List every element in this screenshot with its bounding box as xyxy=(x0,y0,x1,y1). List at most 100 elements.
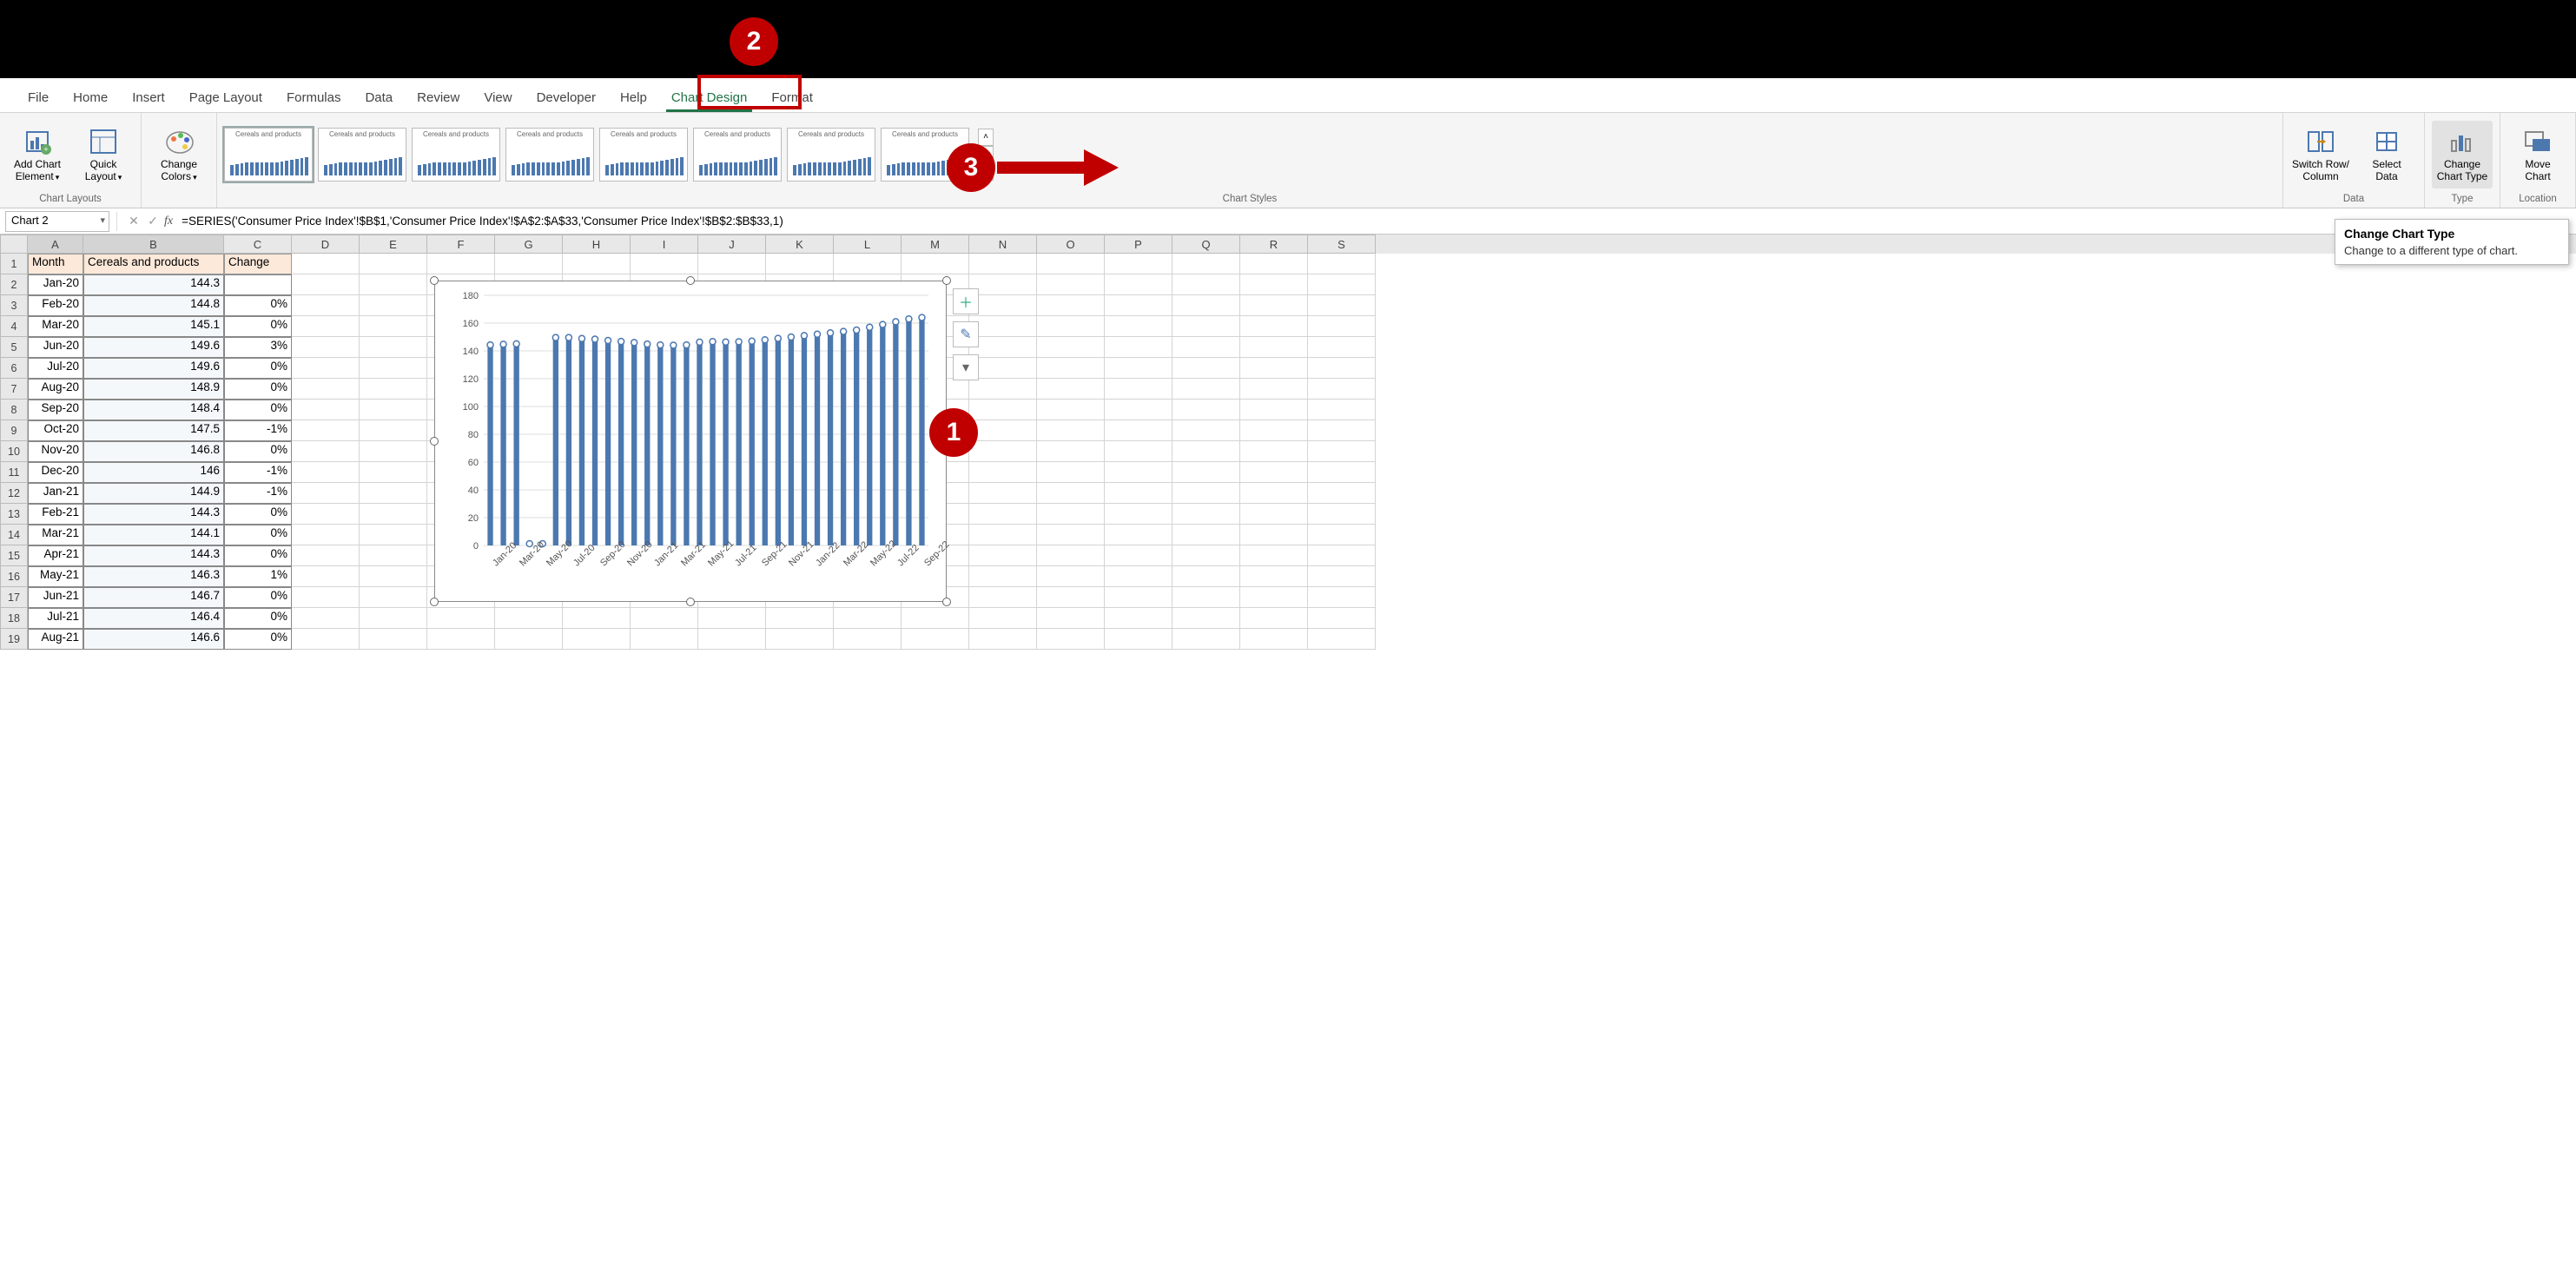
ribbon-tab-help[interactable]: Help xyxy=(608,83,659,112)
cell[interactable] xyxy=(292,295,360,316)
cell[interactable] xyxy=(360,358,427,379)
cell[interactable] xyxy=(969,504,1037,525)
cell[interactable] xyxy=(698,608,766,629)
cell[interactable] xyxy=(1308,295,1376,316)
cell[interactable] xyxy=(1308,587,1376,608)
cell[interactable]: 0% xyxy=(224,379,292,400)
cell[interactable] xyxy=(1308,504,1376,525)
cell[interactable] xyxy=(427,254,495,274)
ribbon-tab-home[interactable]: Home xyxy=(61,83,120,112)
cell[interactable] xyxy=(1105,420,1172,441)
cell[interactable]: Dec-20 xyxy=(28,462,83,483)
cell[interactable]: 146 xyxy=(83,462,224,483)
cell[interactable]: 146.6 xyxy=(83,629,224,650)
cell[interactable] xyxy=(1105,441,1172,462)
cell[interactable] xyxy=(1037,608,1105,629)
cell[interactable] xyxy=(360,316,427,337)
formula-cancel-button[interactable]: ✕ xyxy=(124,214,143,228)
cell[interactable] xyxy=(969,358,1037,379)
cell[interactable] xyxy=(1172,483,1240,504)
cell[interactable]: Aug-21 xyxy=(28,629,83,650)
cell[interactable]: Jan-21 xyxy=(28,483,83,504)
cell[interactable] xyxy=(1240,274,1308,295)
cell[interactable] xyxy=(969,274,1037,295)
cell[interactable] xyxy=(1037,441,1105,462)
cell[interactable] xyxy=(360,337,427,358)
embedded-chart[interactable]: ＋ ✎ ▾ 020406080100120140160180 Jan-20Mar… xyxy=(434,281,947,602)
cell[interactable] xyxy=(1308,337,1376,358)
cell[interactable] xyxy=(969,587,1037,608)
cell[interactable] xyxy=(495,629,563,650)
cell[interactable] xyxy=(360,274,427,295)
cell[interactable] xyxy=(1172,337,1240,358)
row-header[interactable]: 3 xyxy=(0,295,28,316)
cell[interactable] xyxy=(969,462,1037,483)
cell[interactable] xyxy=(292,629,360,650)
cell[interactable] xyxy=(1105,629,1172,650)
cell[interactable] xyxy=(1172,504,1240,525)
chart-style-thumb[interactable]: Cereals and products xyxy=(224,128,313,182)
cell[interactable]: 0% xyxy=(224,358,292,379)
cell[interactable] xyxy=(360,441,427,462)
cell[interactable] xyxy=(969,316,1037,337)
row-header[interactable]: 18 xyxy=(0,608,28,629)
worksheet-grid[interactable]: ABCDEFGHIJKLMNOPQRS 1MonthCereals and pr… xyxy=(0,235,2576,651)
cell[interactable] xyxy=(360,254,427,274)
chart-style-thumb[interactable]: Cereals and products xyxy=(318,128,406,182)
cell[interactable] xyxy=(563,629,631,650)
cell[interactable] xyxy=(1308,441,1376,462)
cell[interactable] xyxy=(1105,504,1172,525)
column-header[interactable]: E xyxy=(360,235,427,254)
gallery-up-button[interactable]: ˄ xyxy=(978,129,994,146)
quick-layout-button[interactable]: QuickLayout▾ xyxy=(73,121,134,188)
cell[interactable] xyxy=(1308,629,1376,650)
cell[interactable] xyxy=(1105,566,1172,587)
column-header[interactable]: Q xyxy=(1172,235,1240,254)
cell[interactable] xyxy=(969,254,1037,274)
cell[interactable]: Jul-21 xyxy=(28,608,83,629)
cell[interactable] xyxy=(1172,629,1240,650)
switch-row-column-button[interactable]: Switch Row/Column xyxy=(2290,121,2351,188)
column-header[interactable]: P xyxy=(1105,235,1172,254)
cell[interactable]: 0% xyxy=(224,525,292,545)
column-header[interactable]: N xyxy=(969,235,1037,254)
cell[interactable] xyxy=(1240,295,1308,316)
column-header[interactable]: J xyxy=(698,235,766,254)
cell[interactable] xyxy=(1308,483,1376,504)
resize-handle[interactable] xyxy=(430,598,439,606)
cell[interactable] xyxy=(1105,274,1172,295)
cell[interactable] xyxy=(631,608,698,629)
cell[interactable] xyxy=(1037,337,1105,358)
cell[interactable] xyxy=(1172,545,1240,566)
cell[interactable]: Jun-21 xyxy=(28,587,83,608)
cell[interactable]: 146.4 xyxy=(83,608,224,629)
row-header[interactable]: 10 xyxy=(0,441,28,462)
cell[interactable] xyxy=(1308,462,1376,483)
cell[interactable] xyxy=(969,483,1037,504)
row-header[interactable]: 12 xyxy=(0,483,28,504)
cell[interactable] xyxy=(1240,587,1308,608)
resize-handle[interactable] xyxy=(686,276,695,285)
cell[interactable]: 3% xyxy=(224,337,292,358)
cell[interactable]: Oct-20 xyxy=(28,420,83,441)
cell[interactable] xyxy=(969,525,1037,545)
cell[interactable] xyxy=(1037,420,1105,441)
cell[interactable]: 144.8 xyxy=(83,295,224,316)
cell[interactable] xyxy=(1037,400,1105,420)
cell[interactable] xyxy=(1105,316,1172,337)
cell[interactable] xyxy=(1037,629,1105,650)
chart-style-thumb[interactable]: Cereals and products xyxy=(505,128,594,182)
move-chart-button[interactable]: MoveChart xyxy=(2507,121,2568,188)
cell[interactable] xyxy=(1240,462,1308,483)
cell[interactable] xyxy=(969,629,1037,650)
column-header[interactable]: B xyxy=(83,235,224,254)
cell[interactable] xyxy=(1172,254,1240,274)
cell[interactable] xyxy=(1240,483,1308,504)
cell[interactable]: 147.5 xyxy=(83,420,224,441)
cell[interactable]: 148.4 xyxy=(83,400,224,420)
cell[interactable] xyxy=(292,525,360,545)
ribbon-tab-formulas[interactable]: Formulas xyxy=(274,83,353,112)
cell[interactable] xyxy=(1105,358,1172,379)
cell[interactable] xyxy=(1240,629,1308,650)
chart-style-thumb[interactable]: Cereals and products xyxy=(599,128,688,182)
